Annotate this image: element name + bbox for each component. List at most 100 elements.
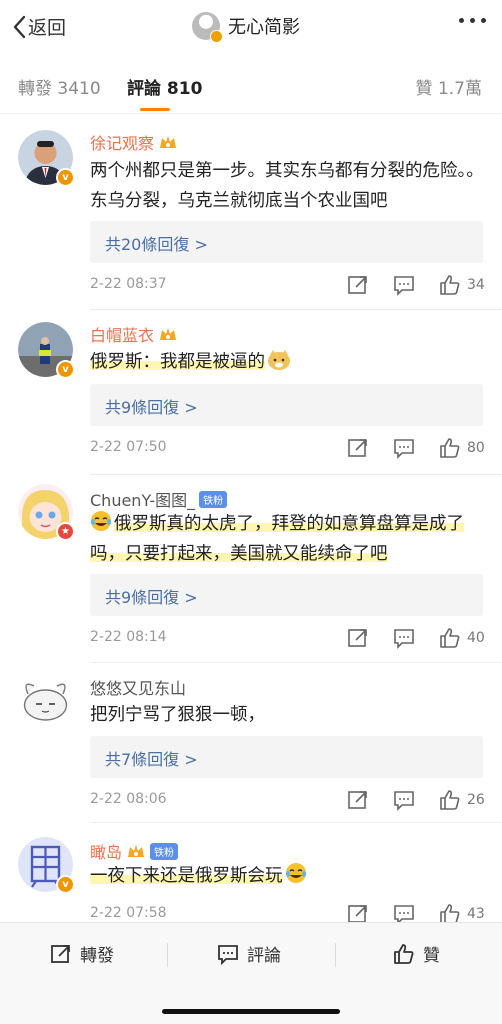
- comment-time: 2-22 08:06: [90, 791, 167, 807]
- comment-icon[interactable]: [393, 627, 415, 649]
- like-count: 80: [467, 440, 485, 456]
- top-nav-bar: 返回 无心简影: [0, 0, 502, 58]
- fan-badge: 铁粉: [150, 842, 179, 860]
- like-icon[interactable]: [439, 437, 461, 459]
- like-count: 26: [467, 792, 485, 808]
- like-button[interactable]: 贊: [393, 941, 440, 966]
- comment-actions: 26: [323, 789, 485, 811]
- active-tab-indicator: [140, 108, 170, 111]
- replies-link[interactable]: 共9條回復 >: [90, 574, 483, 616]
- chevron-left-icon: [13, 15, 26, 38]
- comment-actions: 40: [323, 627, 485, 649]
- replies-link[interactable]: 共7條回復 >: [90, 736, 483, 778]
- comment-text: 两个州都只是第一步。其实东乌都有分裂的危险。。东乌分裂，乌克兰就彻底当个农业国吧: [90, 161, 484, 211]
- repost-label: 轉發: [80, 946, 114, 966]
- like-label: 贊: [423, 946, 440, 966]
- repost-icon[interactable]: [347, 627, 369, 649]
- repost-icon[interactable]: [347, 789, 369, 811]
- comment-icon[interactable]: [393, 274, 415, 296]
- comment-meta: 2-22 08:14 40: [90, 627, 485, 651]
- page-title: 无心简影: [228, 17, 300, 38]
- avatar[interactable]: v: [18, 322, 75, 379]
- comment-item: ★ ChuenY-图图_ 铁粉 俄罗斯真的太虎了，拜登的如意算盘算是成了吗，只要…: [0, 475, 502, 663]
- verified-badge-icon: v: [56, 360, 75, 379]
- avatar[interactable]: v: [18, 837, 75, 894]
- comment-item: v 瞰岛 铁粉 一夜下来还是俄罗斯会玩 2-22 07:58 43: [0, 823, 502, 925]
- verified-badge-icon: v: [56, 875, 75, 894]
- replies-link[interactable]: 共9條回復 >: [90, 384, 483, 426]
- comment-time: 2-22 08:14: [90, 629, 167, 645]
- verified-badge-icon: v: [56, 168, 75, 187]
- like-icon: [394, 943, 414, 964]
- commenter-name[interactable]: 悠悠又见东山: [90, 675, 186, 699]
- comment-item: v 徐记观察 两个州都只是第一步。其实东乌都有分裂的危险。。东乌分裂，乌克兰就彻…: [0, 114, 502, 310]
- avatar[interactable]: ★: [18, 484, 75, 541]
- replies-count: 共9條回復 >: [105, 398, 198, 417]
- name-row: 悠悠又见东山: [90, 675, 186, 699]
- title-bar: 无心简影: [192, 12, 300, 43]
- user-avatar-image: [18, 672, 73, 727]
- crown-icon: [128, 845, 145, 857]
- comment-item: 悠悠又见东山 把列宁骂了狠狠一顿， 共7條回復 > 2-22 08:06 26: [0, 663, 502, 823]
- comment-button[interactable]: 評論: [217, 941, 281, 966]
- commenter-name[interactable]: ChuenY-图图_: [90, 487, 195, 511]
- comment-icon[interactable]: [393, 437, 415, 459]
- comment-label: 評論: [247, 946, 281, 966]
- repost-icon[interactable]: [347, 437, 369, 459]
- verified-badge-icon: [210, 30, 223, 43]
- comment-text: 一夜下来还是俄罗斯会玩: [90, 866, 283, 886]
- replies-link[interactable]: 共20條回復 >: [90, 221, 483, 263]
- repost-button[interactable]: 轉發: [50, 941, 114, 966]
- tab-comment[interactable]: 評論 810: [127, 74, 202, 99]
- repost-icon[interactable]: [347, 274, 369, 296]
- commenter-name[interactable]: 徐记观察: [90, 130, 154, 154]
- replies-count: 共9條回復 >: [105, 588, 198, 607]
- back-button[interactable]: 返回: [12, 13, 66, 40]
- name-row: ChuenY-图图_ 铁粉: [90, 487, 228, 511]
- like-count: 43: [467, 906, 485, 922]
- tab-bar: 轉發 3410 評論 810 贊 1.7萬: [0, 58, 502, 114]
- comment-meta: 2-22 07:50 80: [90, 437, 485, 461]
- dot-icon: [470, 18, 475, 23]
- like-icon[interactable]: [439, 627, 461, 649]
- tab-repost[interactable]: 轉發 3410: [18, 74, 101, 99]
- like-icon[interactable]: [439, 274, 461, 296]
- replies-count: 共20條回復 >: [105, 235, 208, 254]
- name-row: 白帽蓝衣: [90, 322, 178, 346]
- dot-icon: [459, 18, 464, 23]
- more-options-button[interactable]: [459, 18, 486, 23]
- comment-time: 2-22 07:58: [90, 905, 167, 921]
- comment-text: 把列宁骂了狠狠一顿，: [90, 705, 265, 725]
- avatar[interactable]: [18, 672, 73, 727]
- comment-meta: 2-22 08:06 26: [90, 789, 485, 813]
- divider: [167, 943, 168, 967]
- comment-text-row: 俄罗斯：我都是被逼的: [90, 347, 485, 377]
- comment-icon: [218, 944, 238, 965]
- commenter-name[interactable]: 白帽蓝衣: [90, 322, 154, 346]
- repost-icon: [51, 944, 70, 963]
- avatar[interactable]: [192, 12, 223, 43]
- comment-actions: 80: [323, 437, 485, 459]
- fan-badge: 铁粉: [199, 490, 228, 508]
- name-row: 瞰岛 铁粉: [90, 839, 179, 863]
- bottom-action-bar: 轉發 評論 贊: [0, 922, 502, 1024]
- like-icon[interactable]: [439, 789, 461, 811]
- doge-emoji-icon: [268, 350, 290, 370]
- divider: [335, 943, 336, 967]
- comment-text: 俄罗斯真的太虎了，拜登的如意算盘算是成了吗，只要打起来，美国就又能续命了吧: [90, 514, 464, 564]
- comment-time: 2-22 08:37: [90, 276, 167, 292]
- home-indicator: [162, 1009, 340, 1014]
- avatar[interactable]: v: [18, 130, 75, 187]
- comment-actions: 34: [323, 274, 485, 296]
- replies-count: 共7條回復 >: [105, 750, 198, 769]
- name-row: 徐记观察: [90, 130, 178, 154]
- comment-icon[interactable]: [393, 789, 415, 811]
- back-label: 返回: [28, 17, 67, 39]
- comment-time: 2-22 07:50: [90, 439, 167, 455]
- like-count: 40: [467, 630, 485, 646]
- like-count: 34: [467, 277, 485, 293]
- comment-text-row: 俄罗斯真的太虎了，拜登的如意算盘算是成了吗，只要打起来，美国就又能续命了吧: [90, 509, 485, 569]
- commenter-name[interactable]: 瞰岛: [90, 839, 122, 863]
- tab-like[interactable]: 贊 1.7萬: [416, 74, 482, 99]
- laugh-cry-emoji-icon: [91, 511, 111, 531]
